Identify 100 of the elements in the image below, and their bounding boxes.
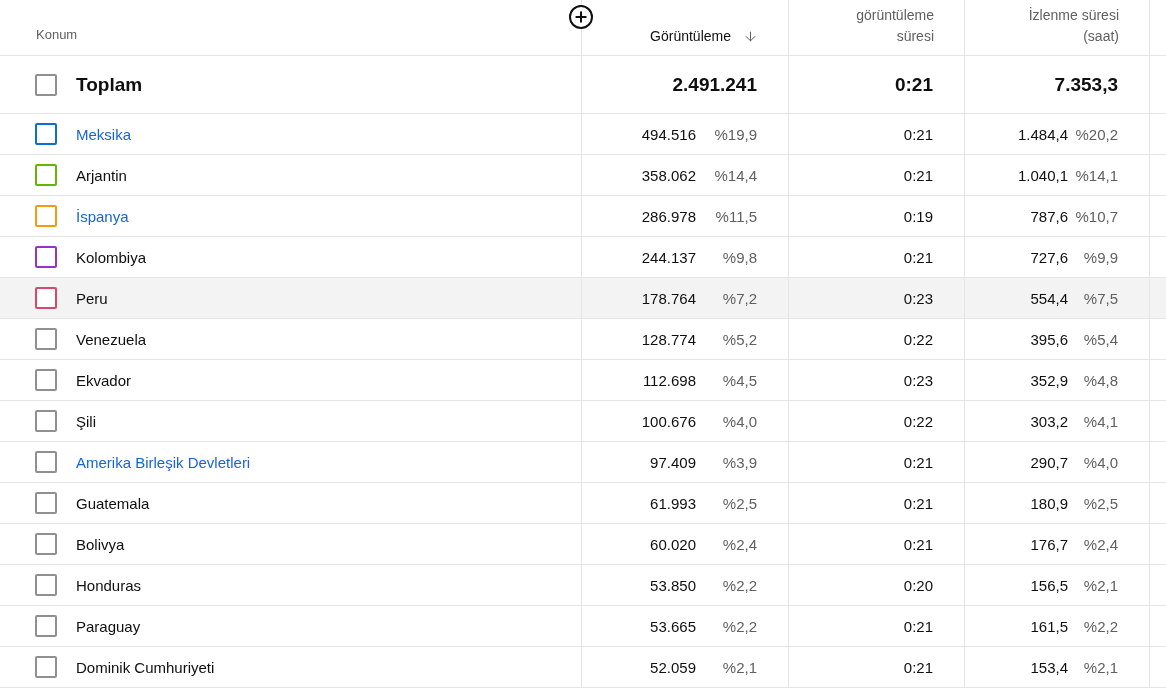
views-percent: %5,2 <box>721 330 757 348</box>
views-value: 97.409 <box>650 453 696 471</box>
views-value: 112.698 <box>642 371 696 389</box>
watch-time-value: 161,5 <box>1030 617 1068 635</box>
watch-time-value: 352,9 <box>1030 371 1068 389</box>
checkbox[interactable] <box>35 287 57 309</box>
location-name: Guatemala <box>76 494 150 512</box>
watch-time-percent: %2,1 <box>1082 658 1118 676</box>
views-value: 53.665 <box>650 617 696 635</box>
views-percent: %9,8 <box>721 248 757 266</box>
views-value: 358.062 <box>641 166 696 184</box>
checkbox[interactable] <box>35 73 57 96</box>
views-percent: %11,5 <box>714 207 757 225</box>
average-duration-value: 0:21 <box>903 166 933 184</box>
total-watch-time: 7.353,3 <box>1054 73 1118 96</box>
column-header[interactable]: Görüntüleme <box>650 26 731 47</box>
views-percent: %4,0 <box>721 412 757 430</box>
views-value: 61.993 <box>650 494 696 512</box>
views-value: 178.764 <box>641 289 696 307</box>
location-name: Şili <box>76 412 96 430</box>
location-name: Arjantin <box>76 166 127 184</box>
views-value: 53.850 <box>650 576 696 594</box>
column-header[interactable]: Konum <box>36 24 78 45</box>
watch-time-value: 176,7 <box>1030 535 1068 553</box>
checkbox[interactable] <box>35 369 57 391</box>
watch-time-percent: %2,5 <box>1082 494 1118 512</box>
checkbox[interactable] <box>35 123 57 145</box>
location-name: Ekvador <box>76 371 132 389</box>
location-name: Honduras <box>76 576 142 594</box>
checkbox[interactable] <box>35 205 57 227</box>
average-duration-value: 0:21 <box>903 453 933 471</box>
views-value: 60.020 <box>650 535 696 553</box>
views-percent: %7,2 <box>721 289 757 307</box>
views-percent: %14,4 <box>713 166 757 184</box>
average-duration-value: 0:21 <box>903 494 933 512</box>
views-percent: %19,9 <box>713 125 757 143</box>
location-link[interactable]: Amerika Birleşik Devletleri <box>76 453 251 471</box>
checkbox[interactable] <box>35 615 57 637</box>
watch-time-percent: %4,0 <box>1082 453 1118 471</box>
views-percent: %4,5 <box>721 371 757 389</box>
average-duration-value: 0:19 <box>903 207 933 225</box>
watch-time-value: 1.040,1 <box>1017 166 1068 184</box>
checkbox[interactable] <box>35 164 57 186</box>
checkbox[interactable] <box>35 656 57 678</box>
location-name: Dominik Cumhuriyeti <box>76 658 215 676</box>
watch-time-percent: %10,7 <box>1074 207 1118 225</box>
average-duration-value: 0:21 <box>903 617 933 635</box>
watch-time-percent: %20,2 <box>1074 125 1118 143</box>
views-value: 128.774 <box>641 330 696 348</box>
average-duration-value: 0:22 <box>903 412 933 430</box>
views-percent: %2,2 <box>721 617 757 635</box>
checkbox[interactable] <box>35 246 57 268</box>
add-column-button[interactable] <box>569 5 593 29</box>
watch-time-value: 787,6 <box>1030 207 1068 225</box>
views-percent: %2,5 <box>721 494 757 512</box>
watch-time-value: 156,5 <box>1030 576 1068 594</box>
watch-time-value: 180,9 <box>1030 494 1068 512</box>
sort-arrow-icon[interactable] <box>743 29 758 44</box>
average-duration-value: 0:21 <box>903 248 933 266</box>
views-percent: %2,1 <box>721 658 757 676</box>
location-name: Peru <box>76 289 108 307</box>
watch-time-percent: %4,1 <box>1082 412 1118 430</box>
average-duration-value: 0:23 <box>903 371 933 389</box>
watch-time-percent: %2,4 <box>1082 535 1118 553</box>
column-header[interactable]: İzlenme süresi (saat) <box>1007 5 1119 47</box>
checkbox[interactable] <box>35 328 57 350</box>
location-name: Paraguay <box>76 617 141 635</box>
watch-time-value: 395,6 <box>1030 330 1068 348</box>
views-value: 286.978 <box>641 207 696 225</box>
average-duration-value: 0:21 <box>903 125 933 143</box>
checkbox[interactable] <box>35 410 57 432</box>
location-name: Bolivya <box>76 535 125 553</box>
location-link[interactable]: İspanya <box>76 207 129 225</box>
checkbox[interactable] <box>35 492 57 514</box>
total-average-duration: 0:21 <box>894 73 933 96</box>
average-duration-value: 0:21 <box>903 535 933 553</box>
views-value: 100.676 <box>641 412 696 430</box>
plus-icon <box>573 9 589 25</box>
average-duration-value: 0:23 <box>903 289 933 307</box>
views-value: 494.516 <box>641 125 696 143</box>
watch-time-percent: %5,4 <box>1082 330 1118 348</box>
watch-time-percent: %2,2 <box>1082 617 1118 635</box>
views-value: 244.137 <box>641 248 696 266</box>
watch-time-value: 727,6 <box>1030 248 1068 266</box>
checkbox[interactable] <box>35 574 57 596</box>
checkbox[interactable] <box>35 533 57 555</box>
average-duration-value: 0:21 <box>903 658 933 676</box>
location-name: Venezuela <box>76 330 147 348</box>
views-percent: %2,2 <box>721 576 757 594</box>
views-percent: %2,4 <box>721 535 757 553</box>
column-header[interactable]: görüntüleme süresi <box>834 5 934 47</box>
total-views: 2.491.241 <box>672 73 757 96</box>
checkbox[interactable] <box>35 451 57 473</box>
watch-time-percent: %7,5 <box>1082 289 1118 307</box>
watch-time-percent: %9,9 <box>1082 248 1118 266</box>
watch-time-percent: %14,1 <box>1074 166 1118 184</box>
watch-time-value: 303,2 <box>1030 412 1068 430</box>
average-duration-value: 0:20 <box>903 576 933 594</box>
views-value: 52.059 <box>650 658 696 676</box>
location-link[interactable]: Meksika <box>76 125 131 143</box>
